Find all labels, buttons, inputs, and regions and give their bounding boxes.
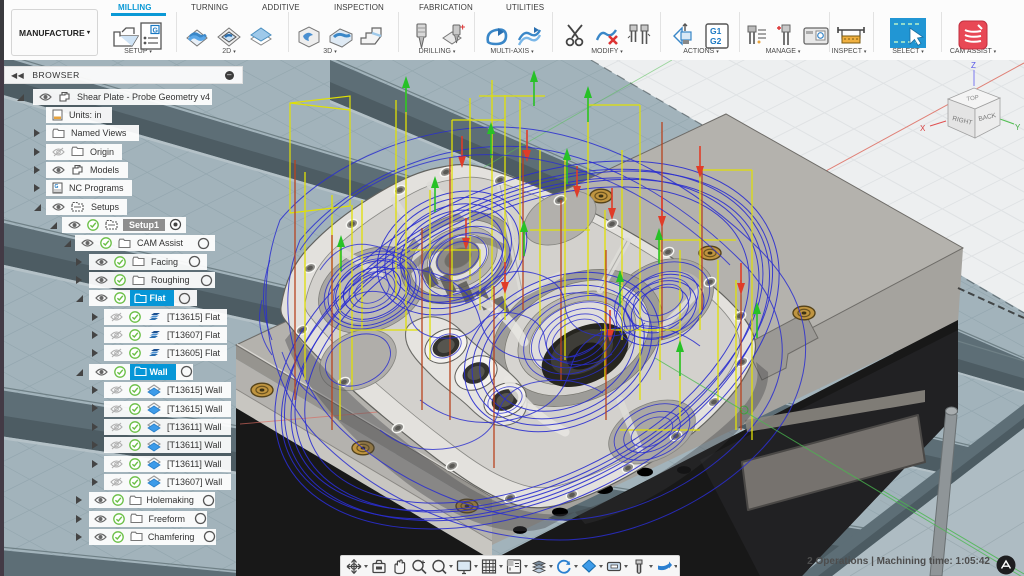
svg-text:G2: G2: [710, 36, 722, 46]
svg-text:G: G: [55, 184, 59, 190]
svg-text:X: X: [920, 124, 926, 133]
svg-text:Z: Z: [971, 61, 976, 70]
svg-text:G: G: [153, 28, 159, 35]
svg-text:+: +: [460, 22, 465, 32]
svg-text:G1: G1: [710, 26, 722, 36]
svg-text:Y: Y: [1015, 123, 1021, 132]
